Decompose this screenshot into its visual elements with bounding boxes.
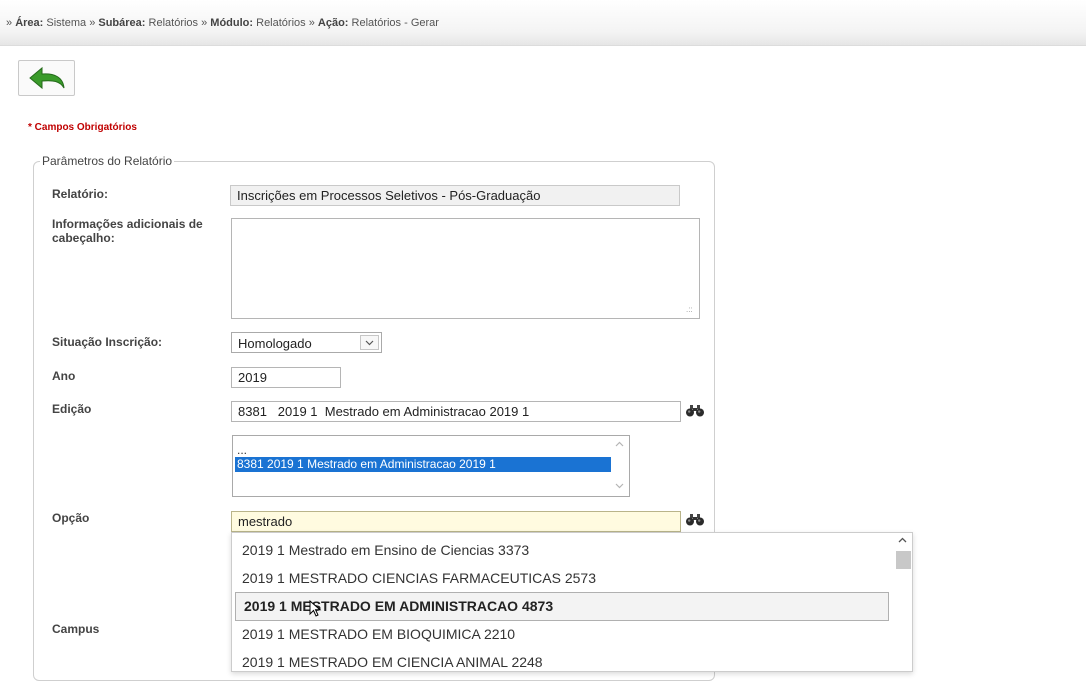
autocomplete-item[interactable]: 2019 1 MESTRADO CIENCIAS FARMACEUTICAS 2… bbox=[232, 564, 892, 593]
fieldset-legend: Parâmetros do Relatório bbox=[40, 154, 175, 168]
relatorio-field bbox=[230, 185, 680, 206]
autocomplete-item[interactable]: 2019 1 MESTRADO EM CIENCIA ANIMAL 2248 bbox=[232, 648, 892, 671]
select-arrow-button[interactable] bbox=[360, 335, 379, 350]
scroll-down-icon[interactable] bbox=[615, 483, 624, 489]
ano-input[interactable] bbox=[231, 367, 341, 388]
opcao-label: Opção bbox=[52, 511, 90, 525]
undo-arrow-icon bbox=[28, 66, 64, 90]
autocomplete-item[interactable]: 2019 1 MESTRADO EM BIOQUIMICA 2210 bbox=[232, 620, 892, 649]
situacao-label: Situação Inscrição: bbox=[52, 335, 163, 349]
breadcrumb-subarea-label: Subárea: bbox=[98, 17, 146, 29]
breadcrumb-lead: » bbox=[6, 17, 13, 29]
autocomplete-item-highlighted[interactable]: 2019 1 MESTRADO EM ADMINISTRACAO 4873 bbox=[235, 592, 889, 621]
breadcrumb-separator: » bbox=[308, 17, 315, 29]
edicao-input[interactable] bbox=[231, 401, 681, 422]
opcao-input[interactable] bbox=[231, 511, 681, 532]
list-item[interactable]: ... bbox=[235, 443, 247, 458]
breadcrumb-subarea-value: Relatórios bbox=[148, 17, 199, 29]
breadcrumb-separator: » bbox=[89, 17, 96, 29]
breadcrumb-acao-label: Ação: bbox=[317, 17, 349, 29]
breadcrumb-modulo-label: Módulo: bbox=[210, 17, 254, 29]
autocomplete-item[interactable]: 2019 1 Mestrado em Ensino de Ciencias 33… bbox=[232, 536, 892, 565]
listbox-scrollbar[interactable] bbox=[611, 436, 629, 496]
breadcrumb-acao-value: Relatórios - Gerar bbox=[351, 17, 439, 29]
scroll-up-icon[interactable] bbox=[898, 537, 907, 543]
relatorio-label: Relatório: bbox=[52, 187, 109, 201]
edicao-listbox[interactable]: ... 8381 2019 1 Mestrado em Administraca… bbox=[232, 435, 630, 497]
opcao-autocomplete-list[interactable]: 2019 1 Mestrado em Ensino de Ciencias 33… bbox=[231, 532, 913, 672]
info-adicionais-textarea[interactable] bbox=[231, 218, 700, 319]
breadcrumb-separator: » bbox=[201, 17, 208, 29]
situacao-selected-value: Homologado bbox=[238, 336, 312, 351]
binoculars-icon[interactable] bbox=[685, 513, 705, 526]
binoculars-icon[interactable] bbox=[685, 404, 705, 417]
info-adicionais-label: Informações adicionais de cabeçalho: bbox=[52, 217, 203, 245]
mouse-cursor-icon bbox=[309, 600, 322, 617]
list-item-selected[interactable]: 8381 2019 1 Mestrado em Administracao 20… bbox=[235, 457, 611, 472]
breadcrumb-modulo-value: Relatórios bbox=[256, 17, 306, 29]
chevron-down-icon bbox=[365, 340, 374, 345]
scroll-up-icon[interactable] bbox=[615, 441, 624, 447]
breadcrumb-area-label: Área: bbox=[15, 17, 44, 29]
edicao-label: Edição bbox=[52, 402, 92, 416]
breadcrumb: » Área: Sistema » Subárea: Relatórios » … bbox=[0, 0, 1086, 46]
back-button[interactable] bbox=[18, 60, 75, 96]
situacao-select[interactable]: Homologado bbox=[231, 332, 382, 353]
resize-grip-icon[interactable]: .:: bbox=[686, 305, 693, 314]
required-fields-note: * Campos Obrigatórios bbox=[28, 122, 137, 133]
autocomplete-scrollbar[interactable] bbox=[894, 533, 912, 671]
ano-label: Ano bbox=[52, 369, 76, 383]
campus-label: Campus bbox=[52, 622, 100, 636]
scrollbar-thumb[interactable] bbox=[896, 551, 911, 569]
breadcrumb-area-value: Sistema bbox=[46, 17, 87, 29]
